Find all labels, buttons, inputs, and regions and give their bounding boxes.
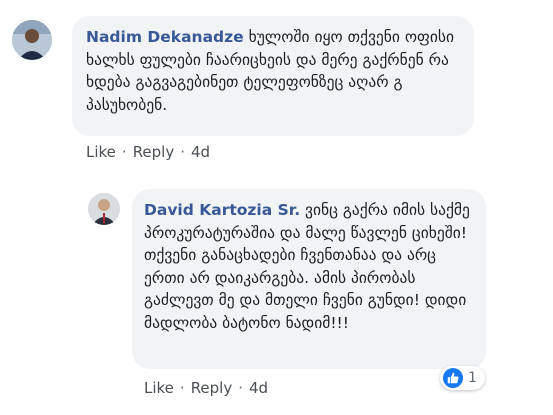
timestamp-1[interactable]: 4d [191, 143, 210, 161]
separator: · [180, 143, 186, 161]
like-button-2[interactable]: Like [144, 379, 174, 397]
separator: · [121, 143, 127, 161]
reaction-badge[interactable]: 1 [440, 366, 485, 390]
reaction-count: 1 [468, 370, 477, 386]
comment-body-1: Nadim Dekanadze ხულოში იყო თქვენი ოფისი … [86, 26, 462, 116]
avatar-david[interactable] [88, 193, 120, 225]
comment-actions-2: Like · Reply · 4d [144, 379, 268, 397]
reply-button-1[interactable]: Reply [133, 143, 175, 161]
comment-author-2[interactable]: David Kartozia Sr. [144, 201, 300, 219]
comment-bubble-1: Nadim Dekanadze ხულოში იყო თქვენი ოფისი … [72, 16, 474, 136]
reply-button-2[interactable]: Reply [191, 379, 233, 397]
comment-author-1[interactable]: Nadim Dekanadze [86, 28, 244, 46]
comment-body-2: David Kartozia Sr. ვინც გაქრა იმის საქმე… [144, 199, 474, 334]
avatar-nadim[interactable] [12, 20, 52, 60]
comment-bubble-2: David Kartozia Sr. ვინც გაქრა იმის საქმე… [132, 189, 486, 369]
user-photo-icon [88, 193, 120, 225]
like-button-1[interactable]: Like [86, 143, 116, 161]
separator: · [238, 379, 244, 397]
comment-text-2: ვინც გაქრა იმის საქმე პროკურატურაშია და … [144, 201, 470, 332]
thumbs-up-icon [443, 368, 463, 388]
user-photo-icon [12, 20, 52, 60]
comment-actions-1: Like · Reply · 4d [86, 143, 210, 161]
separator: · [179, 379, 185, 397]
timestamp-2[interactable]: 4d [249, 379, 268, 397]
